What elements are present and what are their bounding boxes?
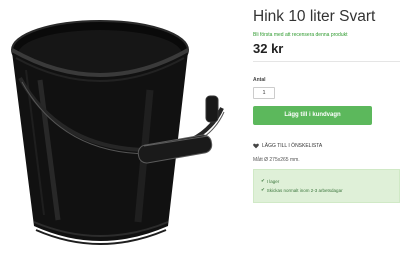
check-icon: ✔ [261, 187, 265, 192]
product-price: 32 kr [253, 41, 284, 56]
shipping-line: ✔ Skickas normalt inom 2-3 arbetsdagar [261, 187, 343, 193]
check-icon: ✔ [261, 178, 265, 183]
divider [253, 61, 400, 62]
product-dimensions: Mått Ø 275x265 mm. [253, 157, 300, 163]
product-image [11, 20, 225, 245]
wishlist-label: LÄGG TILL I ÖNSKELISTA [262, 143, 323, 149]
in-stock-text: I lager [266, 178, 280, 184]
first-review-link[interactable]: Bli första med att recensera denna produ… [253, 32, 348, 38]
in-stock-line: ✔ I lager [261, 178, 279, 184]
quantity-input[interactable]: 1 [253, 87, 275, 99]
shipping-text: Skickas normalt inom 2-3 arbetsdagar [266, 187, 343, 193]
add-to-cart-button[interactable]: Lägg till i kundvagn [253, 106, 372, 125]
add-to-wishlist-link[interactable]: LÄGG TILL I ÖNSKELISTA [253, 143, 322, 149]
stock-status-box: ✔ I lager ✔ Skickas normalt inom 2-3 arb… [253, 169, 400, 203]
product-info: Hink 10 liter Svart Bli första med att r… [253, 0, 400, 268]
product-title: Hink 10 liter Svart [253, 8, 376, 25]
quantity-label: Antal [253, 77, 266, 83]
heart-icon [253, 143, 259, 149]
